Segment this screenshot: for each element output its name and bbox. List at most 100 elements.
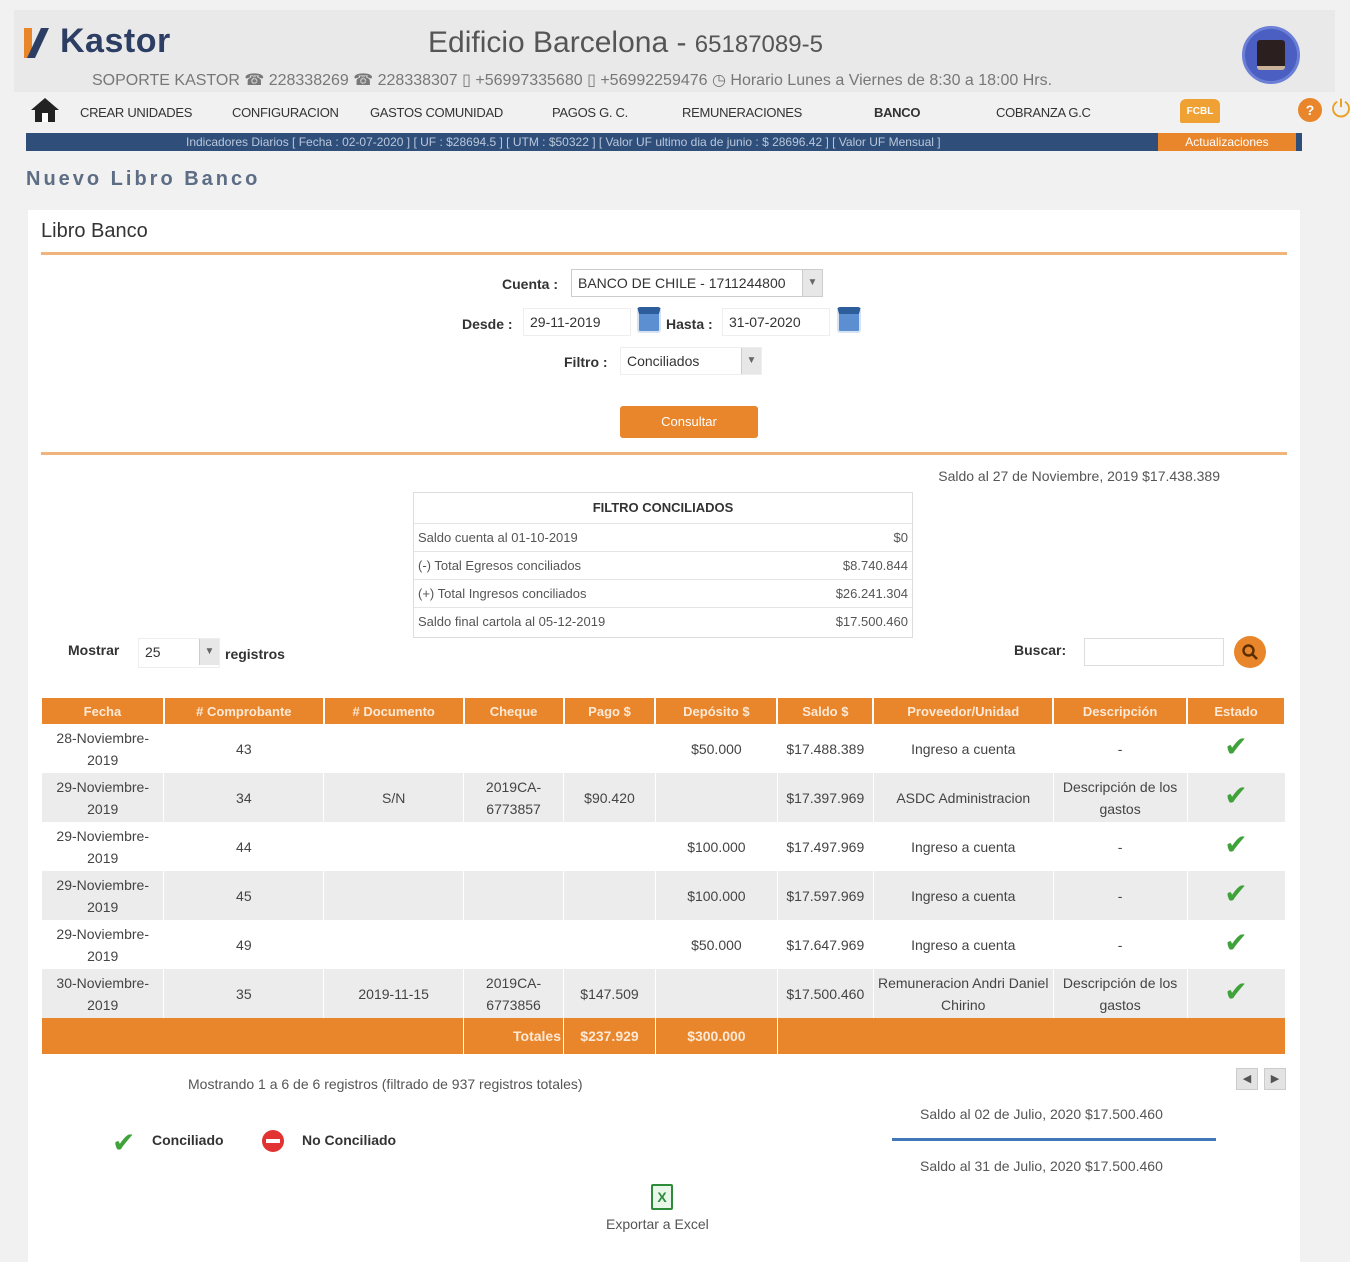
col-deposito[interactable]: Depósito $	[655, 698, 779, 724]
cell-descripcion: -	[1053, 822, 1188, 871]
cell-proveedor: Ingreso a cuenta	[873, 822, 1054, 871]
help-icon[interactable]: ?	[1298, 98, 1322, 122]
cell-cheque	[463, 871, 565, 920]
cell-fecha: 30-Noviembre-2019	[42, 969, 165, 1018]
filtro-row-value: $8.740.844	[842, 558, 908, 573]
cuenta-value: BANCO DE CHILE - 1711244800	[578, 275, 786, 291]
calendar-icon[interactable]	[837, 307, 861, 333]
filtro-value: Conciliados	[627, 353, 700, 369]
cell-documento	[323, 724, 465, 773]
search-input[interactable]	[1084, 638, 1224, 666]
check-icon[interactable]: ✔	[1224, 731, 1247, 762]
search-button[interactable]	[1234, 636, 1266, 668]
cell-proveedor: Ingreso a cuenta	[873, 920, 1054, 969]
nav-pagos-gc[interactable]: PAGOS G. C.	[552, 105, 628, 120]
col-estado[interactable]: Estado	[1187, 698, 1286, 724]
next-page-button[interactable]: ▶	[1264, 1068, 1286, 1090]
cell-saldo: $17.500.460	[777, 969, 874, 1018]
cell-fecha: 29-Noviembre-2019	[42, 822, 165, 871]
building-title: Edificio Barcelona - 65187089-5	[428, 26, 823, 60]
registros-label: registros	[225, 646, 285, 662]
hasta-label: Hasta :	[666, 316, 713, 332]
cell-deposito: $100.000	[655, 822, 778, 871]
col-cheque[interactable]: Cheque	[463, 698, 565, 724]
export-excel-link[interactable]: Exportar a Excel	[606, 1216, 709, 1232]
saldo-final: Saldo al 31 de Julio, 2020 $17.500.460	[920, 1158, 1163, 1174]
cuenta-label: Cuenta :	[502, 276, 558, 292]
check-icon[interactable]: ✔	[1224, 780, 1247, 811]
filtro-label: Filtro :	[564, 354, 608, 370]
cell-proveedor: ASDC Administracion	[873, 773, 1054, 822]
table-row: 29-Noviembre-2019 34 S/N 2019CA-6773857 …	[42, 773, 1286, 822]
col-comprobante[interactable]: # Comprobante	[163, 698, 325, 724]
table-row: 28-Noviembre-2019 43 $50.000 $17.488.389…	[42, 724, 1286, 773]
user-avatar[interactable]	[1242, 26, 1300, 84]
col-saldo[interactable]: Saldo $	[777, 698, 875, 724]
calendar-icon[interactable]	[637, 307, 661, 333]
desde-input[interactable]: 29-11-2019	[523, 308, 631, 336]
cell-comprobante: 34	[163, 773, 325, 822]
libro-banco-panel: Libro Banco Cuenta : BANCO DE CHILE - 17…	[28, 210, 1300, 1262]
cell-cheque	[463, 920, 565, 969]
check-icon[interactable]: ✔	[1224, 976, 1247, 1007]
check-icon[interactable]: ✔	[1224, 878, 1247, 909]
cell-pago: $90.420	[563, 773, 656, 822]
cell-pago	[563, 920, 656, 969]
cell-pago	[563, 724, 656, 773]
table-row: 29-Noviembre-2019 49 $50.000 $17.647.969…	[42, 920, 1286, 969]
filtro-row-label: Saldo final cartola al 05-12-2019	[418, 614, 606, 629]
cell-documento	[323, 920, 465, 969]
hasta-input[interactable]: 31-07-2020	[722, 308, 830, 336]
consultar-button[interactable]: Consultar	[620, 406, 758, 438]
page-title: Nuevo Libro Banco	[26, 168, 261, 190]
cell-cheque: 2019CA-6773856	[463, 969, 565, 1018]
col-documento[interactable]: # Documento	[323, 698, 465, 724]
legend-no-conciliado: No Conciliado	[302, 1132, 397, 1148]
book-icon	[1257, 40, 1285, 70]
cell-cheque	[463, 724, 565, 773]
home-icon[interactable]	[30, 97, 60, 123]
brand-name: Kastor	[60, 22, 171, 60]
cuenta-select[interactable]: BANCO DE CHILE - 1711244800 ▼	[571, 269, 823, 297]
page-size-value: 25	[145, 644, 161, 660]
indicators-text: Indicadores Diarios [ Fecha : 02-07-2020…	[186, 135, 941, 149]
filtro-row-value: $0	[893, 530, 908, 545]
cell-saldo: $17.488.389	[777, 724, 874, 773]
power-icon[interactable]: ⏻	[1328, 97, 1350, 123]
filtro-select[interactable]: Conciliados ▼	[620, 347, 762, 375]
nav-crear-unidades[interactable]: CREAR UNIDADES	[80, 105, 192, 120]
cell-saldo: $17.397.969	[777, 773, 874, 822]
total-pago: $237.929	[563, 1018, 656, 1054]
saldo-inicial: Saldo al 27 de Noviembre, 2019 $17.438.3…	[938, 468, 1220, 484]
col-fecha[interactable]: Fecha	[42, 698, 165, 724]
nav-banco[interactable]: BANCO	[874, 105, 920, 120]
no-entry-icon	[262, 1130, 284, 1152]
cell-descripcion: -	[1053, 871, 1188, 920]
excel-icon[interactable]: X	[651, 1184, 673, 1210]
fcbl-icon[interactable]: FCBL	[1180, 99, 1220, 123]
page-size-select[interactable]: 25 ▼	[138, 638, 220, 668]
table-row: 30-Noviembre-2019 35 2019-11-15 2019CA-6…	[42, 969, 1286, 1018]
support-info: SOPORTE KASTOR ☎ 228338269 ☎ 228338307 ▯…	[92, 72, 1053, 89]
nav-configuracion[interactable]: CONFIGURACION	[232, 105, 339, 120]
nav-remuneraciones[interactable]: REMUNERACIONES	[682, 105, 802, 120]
col-pago[interactable]: Pago $	[563, 698, 657, 724]
cell-comprobante: 43	[163, 724, 325, 773]
cell-deposito: $100.000	[655, 871, 778, 920]
cell-deposito: $50.000	[655, 920, 778, 969]
col-proveedor[interactable]: Proveedor/Unidad	[873, 698, 1055, 724]
filtro-row: Saldo cuenta al 01-10-2019 $0	[414, 523, 912, 551]
check-icon[interactable]: ✔	[1224, 927, 1247, 958]
saldo-actual: Saldo al 02 de Julio, 2020 $17.500.460	[920, 1106, 1163, 1122]
prev-page-button[interactable]: ◀	[1236, 1068, 1258, 1090]
totales-label: Totales	[463, 1018, 565, 1054]
col-descripcion[interactable]: Descripción	[1053, 698, 1189, 724]
nav-cobranza-gc[interactable]: COBRANZA G.C	[996, 105, 1091, 120]
nav-gastos-comunidad[interactable]: GASTOS COMUNIDAD	[370, 105, 503, 120]
check-icon[interactable]: ✔	[1224, 829, 1247, 860]
kastor-logo[interactable]: Kastor	[22, 22, 171, 61]
divider	[41, 252, 1287, 255]
updates-link[interactable]: Actualizaciones	[1158, 133, 1296, 151]
filtro-row-label: (-) Total Egresos conciliados	[418, 558, 582, 573]
cell-pago	[563, 871, 656, 920]
